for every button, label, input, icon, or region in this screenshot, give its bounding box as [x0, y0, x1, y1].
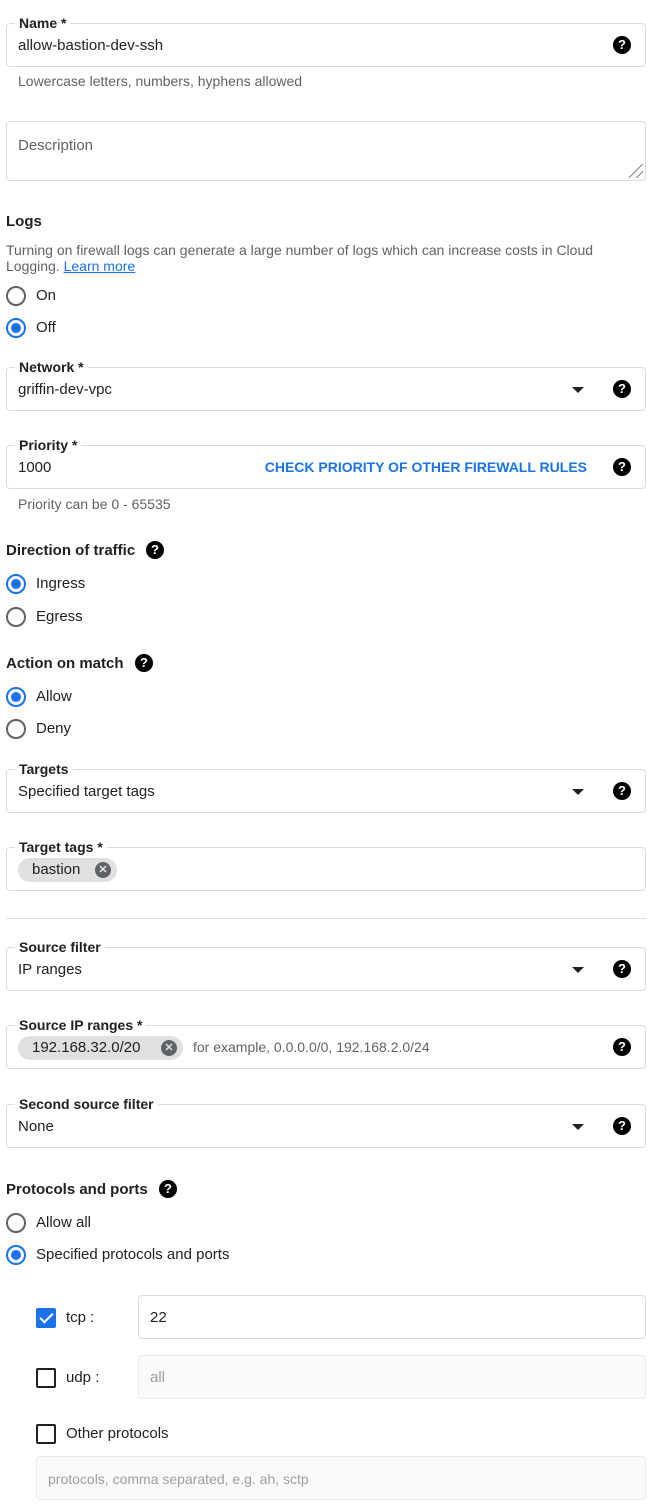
help-icon[interactable]: ? — [613, 1038, 631, 1056]
logs-description: Turning on firewall logs can generate a … — [6, 242, 594, 274]
source-filter-select[interactable]: Source filter IP ranges ? — [6, 939, 646, 991]
allow-label: Allow — [36, 688, 72, 705]
source-ip-ranges-field[interactable]: Source IP ranges * 192.168.32.0/20 ✕ for… — [6, 1017, 646, 1069]
help-icon[interactable]: ? — [613, 960, 631, 978]
udp-label: udp : — [66, 1369, 100, 1386]
priority-label: Priority * — [15, 437, 82, 453]
priority-field[interactable]: Priority * 1000 CHECK PRIORITY OF OTHER … — [6, 437, 646, 489]
allow-radio[interactable] — [6, 687, 26, 707]
second-source-filter-label: Second source filter — [15, 1096, 158, 1112]
targets-select[interactable]: Targets Specified target tags ? — [6, 761, 646, 813]
check-priority-link[interactable]: CHECK PRIORITY OF OTHER FIREWALL RULES — [265, 459, 587, 475]
ip-chip[interactable]: 192.168.32.0/20 ✕ — [18, 1036, 183, 1060]
help-icon[interactable]: ? — [613, 1117, 631, 1135]
deny-radio[interactable] — [6, 719, 26, 739]
direction-title: Direction of traffic — [6, 542, 136, 559]
help-icon[interactable]: ? — [135, 654, 153, 672]
ingress-radio[interactable] — [6, 574, 26, 594]
target-tags-field[interactable]: Target tags * bastion ✕ — [6, 839, 646, 891]
tcp-checkbox[interactable] — [36, 1308, 56, 1328]
tag-chip[interactable]: bastion ✕ — [18, 858, 117, 882]
chip-remove-icon[interactable]: ✕ — [95, 862, 111, 878]
description-placeholder: Description — [18, 137, 94, 154]
targets-label: Targets — [15, 761, 73, 777]
deny-label: Deny — [36, 720, 72, 737]
allow-all-label: Allow all — [36, 1214, 92, 1231]
target-tags-label: Target tags * — [15, 839, 107, 855]
priority-value[interactable]: 1000 — [18, 458, 51, 478]
dropdown-caret-icon[interactable] — [572, 387, 584, 393]
name-value[interactable]: allow-bastion-dev-ssh — [18, 36, 163, 56]
logs-on-label: On — [36, 287, 57, 304]
dropdown-caret-icon[interactable] — [572, 1124, 584, 1130]
logs-on-radio[interactable] — [6, 286, 26, 306]
second-source-filter-select[interactable]: Second source filter None ? — [6, 1096, 646, 1148]
description-field[interactable]: Description — [6, 121, 646, 181]
second-source-filter-value: None — [18, 1118, 54, 1135]
learn-more-link[interactable]: Learn more — [64, 258, 136, 274]
udp-checkbox[interactable] — [36, 1368, 56, 1388]
egress-radio[interactable] — [6, 607, 26, 627]
help-icon[interactable]: ? — [146, 541, 164, 559]
udp-ports-input[interactable]: all — [138, 1355, 646, 1399]
logs-off-radio[interactable] — [6, 318, 26, 338]
dropdown-caret-icon[interactable] — [572, 789, 584, 795]
help-icon[interactable]: ? — [159, 1180, 177, 1198]
tcp-ports-input[interactable]: 22 — [138, 1295, 646, 1339]
tcp-ports-value: 22 — [150, 1309, 167, 1326]
other-protocols-placeholder: protocols, comma separated, e.g. ah, sct… — [48, 1471, 309, 1487]
source-filter-label: Source filter — [15, 939, 105, 955]
protocols-title: Protocols and ports — [6, 1181, 148, 1198]
chip-remove-icon[interactable]: ✕ — [161, 1040, 177, 1056]
source-ip-placeholder: for example, 0.0.0.0/0, 192.168.2.0/24 — [193, 1039, 430, 1055]
name-hint: Lowercase letters, numbers, hyphens allo… — [18, 73, 303, 89]
tcp-label: tcp : — [66, 1309, 95, 1326]
name-field[interactable]: Name * allow-bastion-dev-ssh ? — [6, 15, 646, 67]
allow-all-radio[interactable] — [6, 1213, 26, 1233]
dropdown-caret-icon[interactable] — [572, 967, 584, 973]
action-title: Action on match — [6, 655, 124, 672]
divider — [6, 918, 646, 919]
specified-protocols-radio[interactable] — [6, 1245, 26, 1265]
network-select[interactable]: Network * griffin-dev-vpc ? — [6, 359, 646, 411]
network-value: griffin-dev-vpc — [18, 381, 112, 398]
help-icon[interactable]: ? — [613, 782, 631, 800]
logs-off-label: Off — [36, 319, 56, 336]
targets-value: Specified target tags — [18, 783, 155, 800]
logs-title: Logs — [6, 213, 42, 230]
udp-ports-placeholder: all — [150, 1369, 166, 1386]
specified-protocols-label: Specified protocols and ports — [36, 1246, 230, 1263]
priority-hint: Priority can be 0 - 65535 — [18, 496, 171, 512]
source-filter-value: IP ranges — [18, 961, 82, 978]
egress-label: Egress — [36, 608, 83, 625]
help-icon[interactable]: ? — [613, 36, 631, 54]
other-protocols-input[interactable]: protocols, comma separated, e.g. ah, sct… — [36, 1456, 646, 1500]
other-protocols-label: Other protocols — [66, 1425, 169, 1442]
help-icon[interactable]: ? — [613, 380, 631, 398]
ingress-label: Ingress — [36, 575, 86, 592]
other-protocols-checkbox[interactable] — [36, 1424, 56, 1444]
resize-handle-icon[interactable] — [629, 164, 643, 178]
source-ip-label: Source IP ranges * — [15, 1017, 147, 1033]
name-label: Name * — [15, 15, 71, 31]
network-label: Network * — [15, 359, 88, 375]
help-icon[interactable]: ? — [613, 458, 631, 476]
